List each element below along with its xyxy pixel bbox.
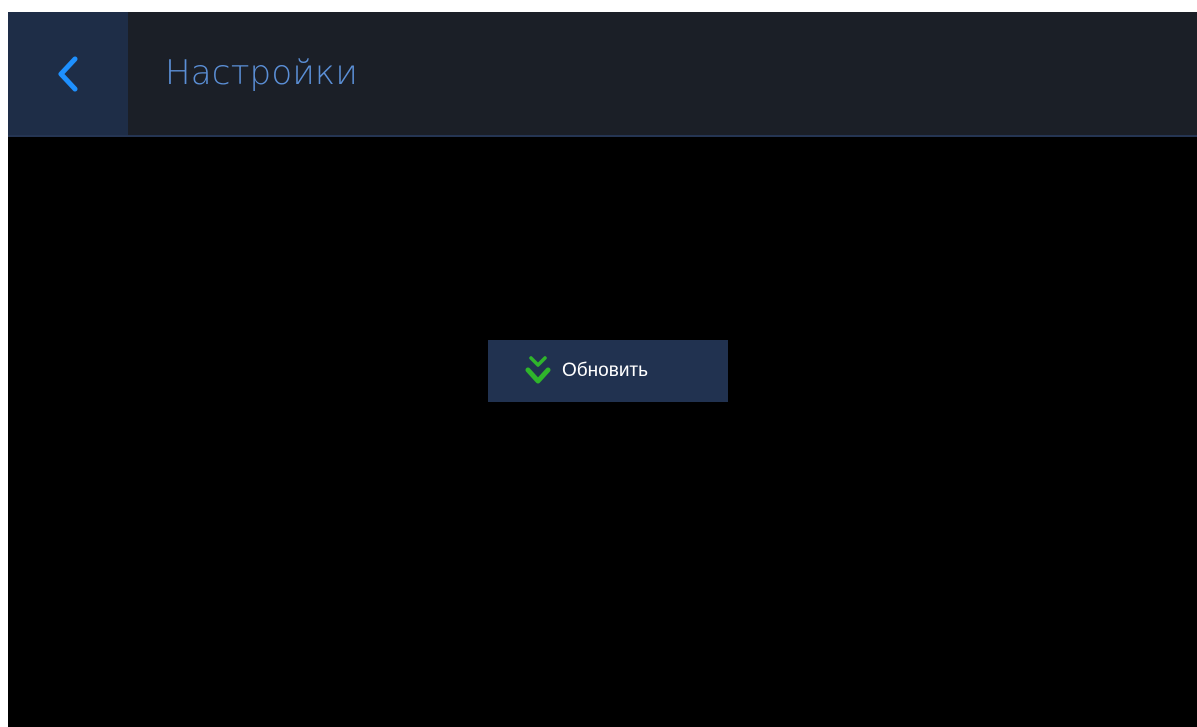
update-button[interactable]: Обновить xyxy=(488,340,728,402)
header-bar: Настройки xyxy=(8,12,1197,137)
update-button-label: Обновить xyxy=(562,360,649,381)
page-title: Настройки xyxy=(165,53,358,93)
double-chevron-down-icon xyxy=(523,354,553,388)
back-button[interactable] xyxy=(8,12,128,135)
main-content: Обновить xyxy=(8,137,1197,727)
settings-screen: Настройки Обновить xyxy=(8,12,1197,727)
chevron-left-icon xyxy=(57,56,79,92)
